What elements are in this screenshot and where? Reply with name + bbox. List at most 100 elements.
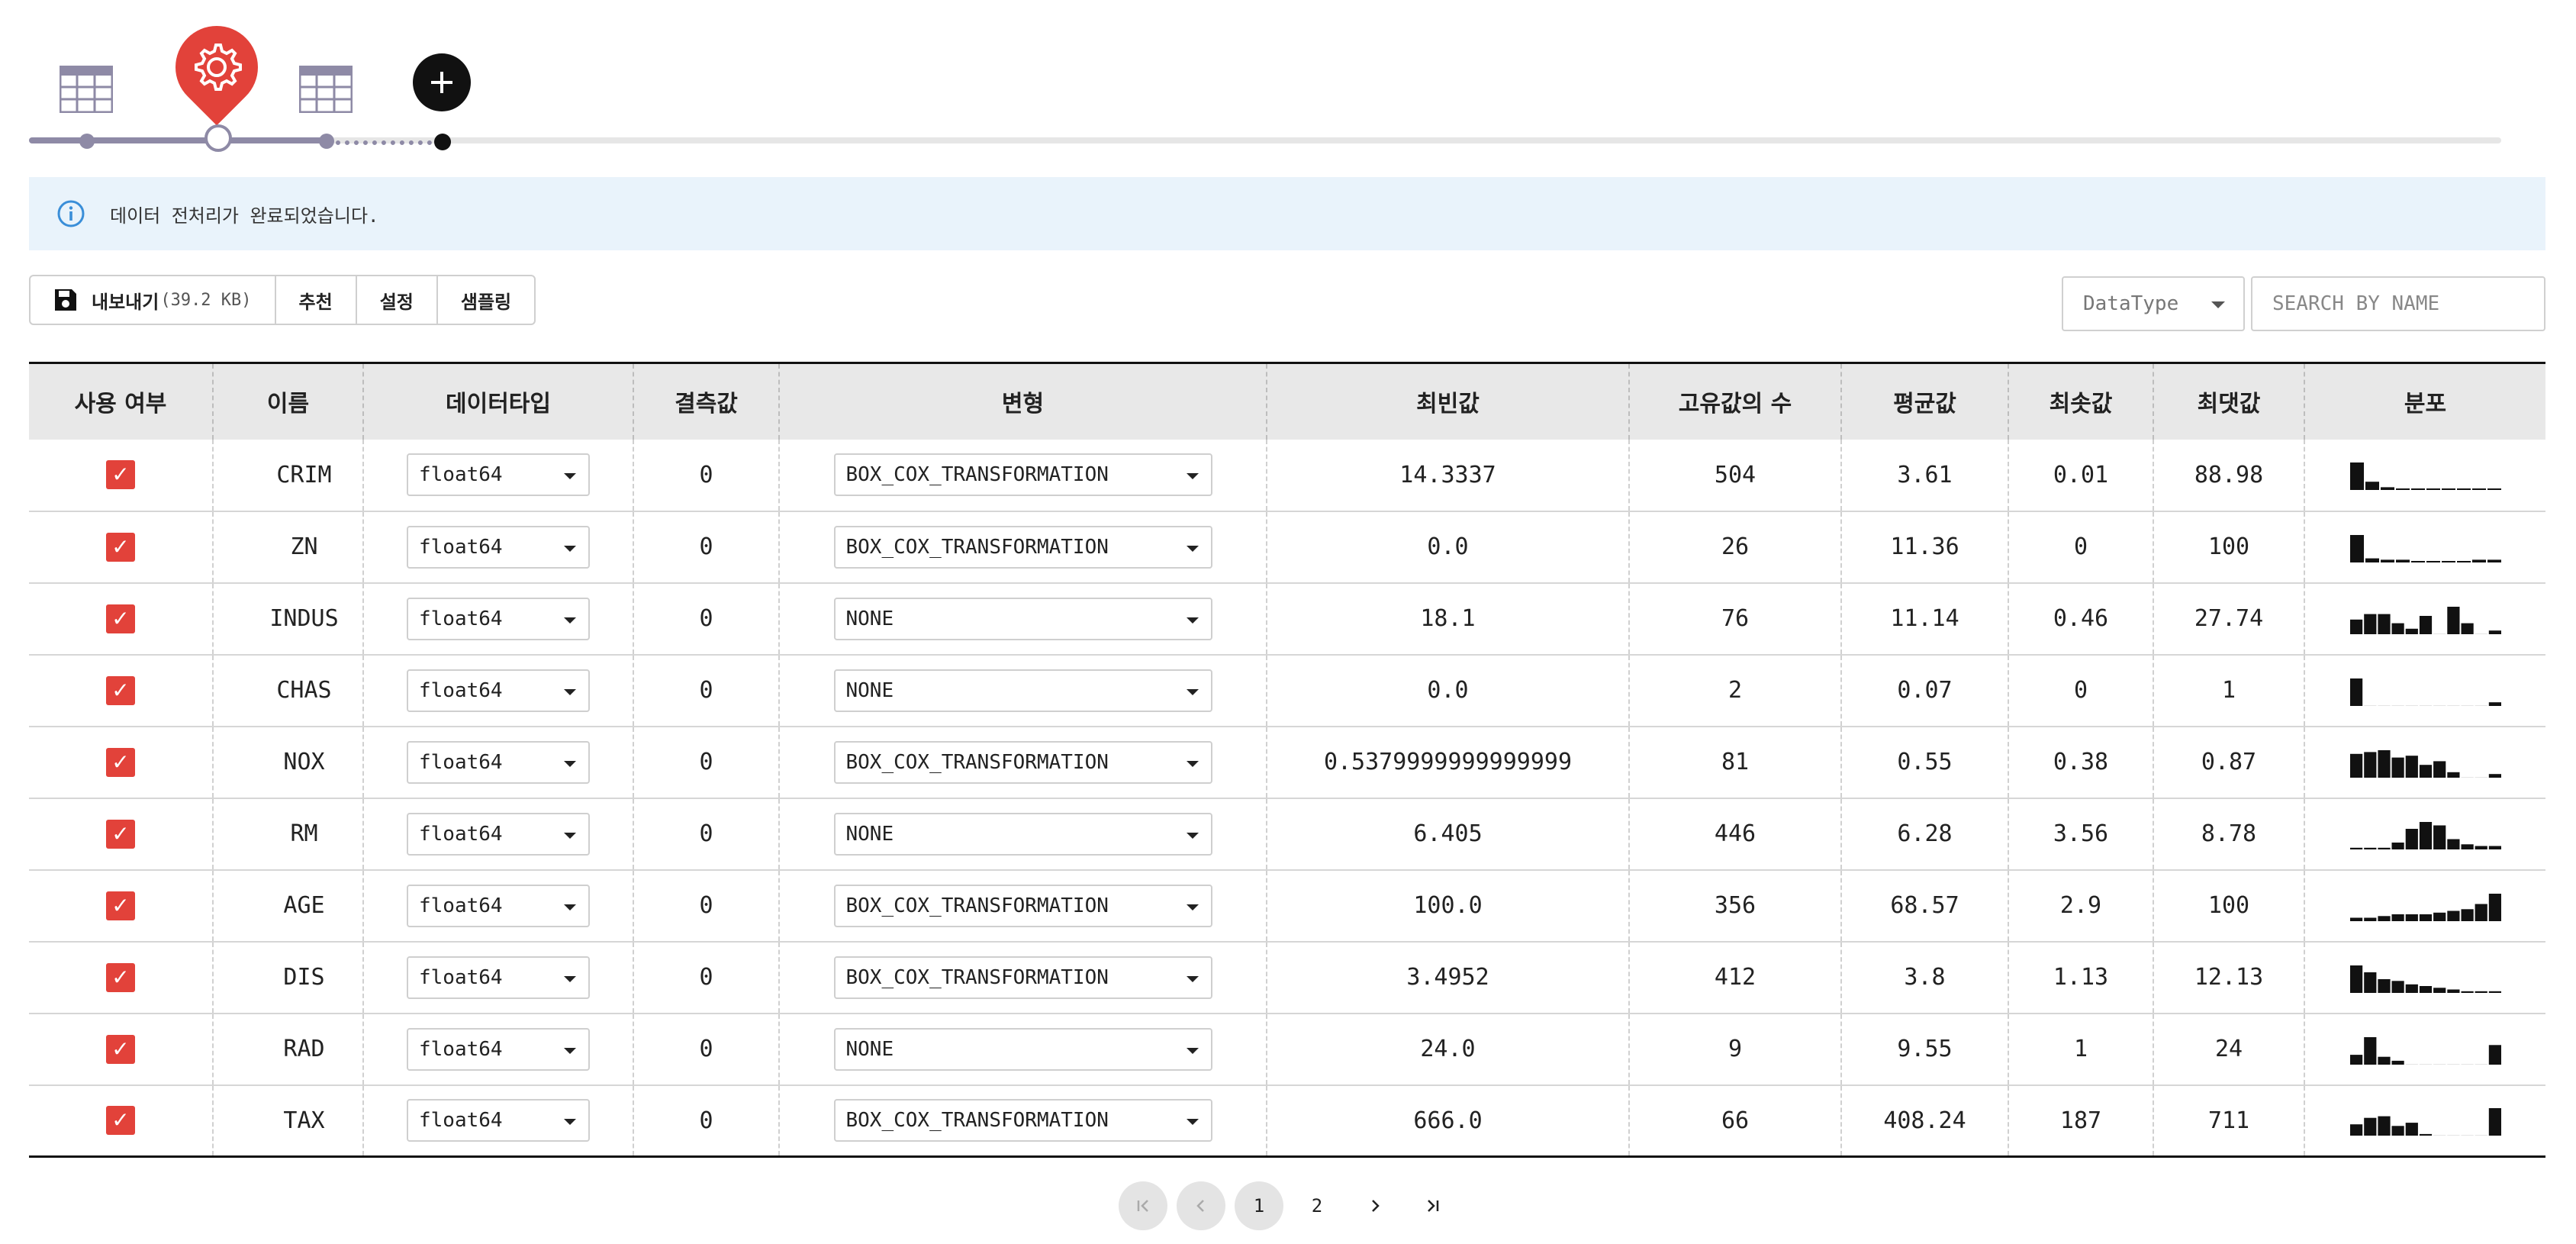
transform-cell: BOX_COX_TRANSFORMATION (779, 726, 1267, 799)
transform-select[interactable]: NONE (833, 812, 1212, 856)
distribution-bar (2475, 776, 2487, 778)
use-checkbox[interactable]: ✓ (106, 675, 135, 705)
distribution-bar (2461, 704, 2474, 706)
distribution-bar (2395, 559, 2410, 562)
source-table-icon[interactable] (59, 65, 114, 114)
mean-cell: 3.8 (1841, 941, 2009, 1014)
header-missing[interactable]: 결측값 (633, 362, 780, 440)
distribution-bar (2410, 560, 2425, 562)
pipeline-node-add[interactable] (434, 134, 451, 150)
dtype-select[interactable]: float64 (407, 884, 590, 927)
last-page-button[interactable] (1409, 1181, 1457, 1230)
use-checkbox[interactable]: ✓ (106, 962, 135, 992)
distribution-bar (2349, 1054, 2362, 1065)
dtype-select[interactable]: float64 (407, 597, 590, 640)
dtype-select[interactable]: float64 (407, 812, 590, 856)
max-cell: 8.78 (2153, 798, 2305, 871)
use-checkbox[interactable]: ✓ (106, 460, 135, 489)
max-cell: 1 (2153, 654, 2305, 727)
pagination: 1 2 (1119, 1181, 1457, 1230)
datatype-filter-select[interactable]: DataType (2062, 276, 2245, 331)
transform-select[interactable]: BOX_COX_TRANSFORMATION (833, 525, 1212, 569)
pipeline-node-output[interactable] (319, 134, 334, 149)
use-checkbox[interactable]: ✓ (106, 819, 135, 849)
distribution-bar (2365, 482, 2379, 490)
max-cell: 100 (2153, 511, 2305, 584)
unique-cell: 26 (1629, 511, 1842, 584)
output-table-icon[interactable] (298, 65, 353, 114)
dtype-select[interactable]: float64 (407, 1027, 590, 1071)
page-1-button[interactable]: 1 (1235, 1181, 1283, 1230)
dtype-cell: float64 (363, 439, 634, 512)
dtype-cell: float64 (363, 869, 634, 943)
transform-select[interactable]: BOX_COX_TRANSFORMATION (833, 884, 1212, 927)
distribution-sparkline (2349, 749, 2501, 778)
distribution-bar (2475, 904, 2487, 921)
transform-select[interactable]: NONE (833, 1027, 1212, 1071)
use-checkbox[interactable]: ✓ (106, 532, 135, 562)
header-use[interactable]: 사용 여부 (29, 362, 214, 440)
header-distribution[interactable]: 분포 (2304, 362, 2545, 440)
dtype-select[interactable]: float64 (407, 453, 590, 496)
use-checkbox[interactable]: ✓ (106, 891, 135, 920)
use-checkbox[interactable]: ✓ (106, 1106, 135, 1136)
header-unique[interactable]: 고유값의 수 (1629, 362, 1842, 440)
pipeline-node-source[interactable] (79, 134, 95, 149)
header-min[interactable]: 최솟값 (2008, 362, 2154, 440)
transform-select[interactable]: NONE (833, 597, 1212, 640)
header-dtype[interactable]: 데이터타입 (363, 362, 634, 440)
transform-select[interactable]: BOX_COX_TRANSFORMATION (833, 453, 1212, 496)
dtype-select[interactable]: float64 (407, 1099, 590, 1142)
gear-icon[interactable] (174, 27, 259, 107)
caret-down-icon (564, 760, 576, 767)
mode-cell: 24.0 (1267, 1013, 1630, 1086)
name-cell: CRIM (213, 439, 364, 512)
prev-page-button[interactable] (1177, 1181, 1225, 1230)
use-checkbox[interactable]: ✓ (106, 604, 135, 633)
first-page-button[interactable] (1119, 1181, 1167, 1230)
transform-select[interactable]: BOX_COX_TRANSFORMATION (833, 740, 1212, 784)
distribution-bar (2391, 704, 2404, 706)
next-page-button[interactable] (1351, 1181, 1399, 1230)
dtype-select[interactable]: float64 (407, 740, 590, 784)
header-transform[interactable]: 변형 (779, 362, 1267, 440)
search-input[interactable] (2251, 276, 2545, 331)
mean-cell: 0.07 (1841, 654, 2009, 727)
pipeline-node-preprocess[interactable] (204, 124, 232, 152)
settings-button[interactable]: 설정 (357, 276, 438, 324)
mode-cell: 18.1 (1267, 582, 1630, 656)
distribution-bar (2433, 912, 2446, 921)
dtype-select[interactable]: float64 (407, 956, 590, 999)
dtype-select[interactable]: float64 (407, 525, 590, 569)
header-max[interactable]: 최댓값 (2153, 362, 2305, 440)
page-2-button[interactable]: 2 (1293, 1181, 1341, 1230)
transform-select[interactable]: NONE (833, 669, 1212, 712)
transform-cell: NONE (779, 798, 1267, 871)
dtype-select[interactable]: float64 (407, 669, 590, 712)
header-mode[interactable]: 최빈값 (1267, 362, 1630, 440)
distribution-bar (2349, 619, 2362, 634)
distribution-bar (2391, 757, 2404, 778)
use-checkbox[interactable]: ✓ (106, 1034, 135, 1064)
dtype-cell: float64 (363, 1084, 634, 1158)
use-cell: ✓ (29, 726, 214, 799)
use-cell: ✓ (29, 654, 214, 727)
transform-value: BOX_COX_TRANSFORMATION (845, 894, 1109, 917)
unique-cell: 356 (1629, 869, 1842, 943)
transform-select[interactable]: BOX_COX_TRANSFORMATION (833, 1099, 1212, 1142)
distribution-bar (2446, 989, 2459, 993)
sampling-button[interactable]: 샘플링 (438, 276, 534, 324)
header-mean[interactable]: 평균값 (1841, 362, 2009, 440)
header-name[interactable]: 이름 (213, 362, 364, 440)
use-checkbox[interactable]: ✓ (106, 747, 135, 777)
distribution-cell (2304, 582, 2545, 656)
distribution-bar (2391, 1060, 2404, 1065)
add-step-button[interactable] (413, 53, 471, 111)
distribution-bar (2471, 488, 2486, 490)
distribution-bar (2446, 910, 2459, 921)
transform-select[interactable]: BOX_COX_TRANSFORMATION (833, 956, 1212, 999)
dtype-value: float64 (419, 822, 503, 846)
recommend-button[interactable]: 추천 (276, 276, 357, 324)
distribution-bar (2405, 628, 2418, 634)
export-button[interactable]: 내보내기 (39.2 KB) (31, 276, 276, 324)
